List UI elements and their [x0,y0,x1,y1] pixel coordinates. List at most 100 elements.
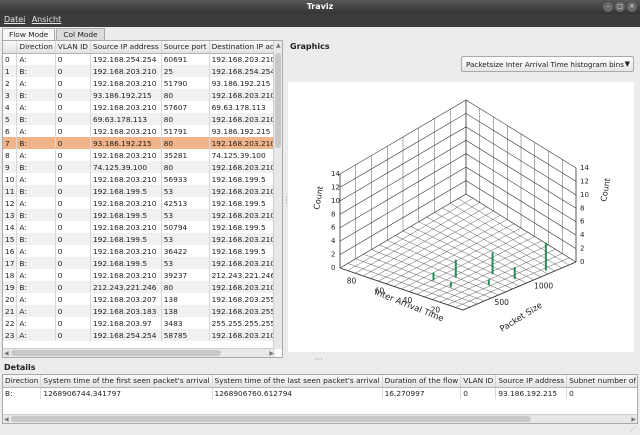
table-cell: 93.186.192.215 [209,77,282,89]
table-cell: 16 [3,245,18,257]
histogram-bar [487,279,490,286]
table-row[interactable]: 6 A: 0 192.168.203.210 51791 93.186.192.215 [3,125,282,137]
column-header[interactable]: Duration of the flow [382,375,462,388]
table-cell: 1 [3,65,18,77]
close-icon[interactable]: ✕ [627,2,637,12]
table-cell: 57607 [161,101,210,113]
chevron-down-icon: ▼ [624,60,630,68]
minimize-icon[interactable]: – [603,2,613,12]
table-cell: 10 [3,173,18,185]
table-cell: 15 [3,233,18,245]
column-header[interactable]: Direction [3,375,42,388]
menu-datei[interactable]: Datei [0,14,25,24]
z-tick-label: 2 [331,251,335,259]
flow-vertical-scrollbar[interactable]: ▲ [273,41,282,349]
table-row[interactable]: 22 A: 0 192.168.203.97 3483 255.255.255.255 [3,317,282,329]
table-row[interactable]: 18 A: 0 192.168.203.210 39237 212.243.221.246 [3,269,282,281]
table-row[interactable]: 8 A: 0 192.168.203.210 35281 74.125.39.100 [3,149,282,161]
scroll-left-icon[interactable]: ◀ [4,416,9,423]
table-cell: 3483 [161,317,210,329]
table-cell: 51790 [161,77,210,89]
table-cell: 14 [3,221,18,233]
table-cell: 192.168.203.207 [90,293,162,305]
table-cell: 0 [460,387,497,399]
table-cell: 53 [161,209,210,221]
resize-grip-icon[interactable]: ⋰ [630,425,638,433]
column-header[interactable]: Source IP address [90,41,162,54]
table-cell: B: [16,89,56,101]
table-cell: 192.168.203.97 [90,317,162,329]
table-row[interactable]: 10 A: 0 192.168.203.210 56933 192.168.199.5 [3,173,282,185]
table-cell: 74.125.39.100 [209,149,282,161]
z-axis-label: Count [312,185,325,210]
table-row[interactable]: 1 B: 0 192.168.203.210 25 192.168.254.254 [3,65,282,77]
tab-flow-mode[interactable]: Flow Mode [2,28,56,40]
histogram-type-select[interactable]: Packetsize Inter Arrival Time histogram … [461,56,634,72]
table-cell: 19 [3,281,18,293]
table-row[interactable]: 14 A: 0 192.168.203.210 50794 192.168.199.5 [3,221,282,233]
maximize-icon[interactable]: □ [615,2,625,12]
table-cell: 192.168.203.210 [90,245,162,257]
flow-horizontal-scrollbar[interactable]: ◀ ▶ [3,348,275,357]
table-cell: 3 [3,89,18,101]
table-row[interactable]: 11 B: 0 192.168.199.5 53 192.168.203.210 [3,185,282,197]
details-horizontal-scrollbar[interactable]: ◀ ▶ [3,414,637,423]
column-header[interactable]: VLAN ID [55,41,91,54]
table-row[interactable]: 7 B: 0 93.186.192.215 80 192.168.203.210 [3,137,282,149]
table-cell: 0 [55,65,91,77]
table-row[interactable]: 0 A: 0 192.168.254.254 60691 192.168.203.210 [3,53,282,65]
scroll-thumb[interactable] [275,53,281,148]
table-cell: 39237 [161,269,210,281]
table-cell: 192.168.203.210 [209,113,282,125]
scroll-right-icon[interactable]: ▶ [631,416,636,423]
scroll-left-icon[interactable]: ◀ [4,350,9,357]
column-header[interactable]: Source IP address [495,375,568,388]
table-cell: A: [16,305,56,317]
table-row[interactable]: 2 A: 0 192.168.203.210 51790 93.186.192.215 [3,77,282,89]
column-header[interactable] [3,41,18,54]
table-cell: A: [16,53,56,65]
column-header[interactable]: System time of the last seen packet's ar… [212,375,383,388]
column-header[interactable]: Destination IP address [209,41,282,54]
table-row[interactable]: 19 B: 0 212.243.221.246 80 192.168.203.210 [3,281,282,293]
table-cell: 192.168.203.210 [209,53,282,65]
table-row[interactable]: 23 A: 0 192.168.254.254 58785 192.168.203.210 [3,329,282,341]
table-cell: 36422 [161,245,210,257]
table-cell: A: [16,101,56,113]
table-cell: 0 [3,53,18,65]
table-cell: 192.168.199.5 [90,233,162,245]
column-header[interactable]: System time of the first seen packet's a… [40,375,213,388]
table-row[interactable]: 15 B: 0 192.168.199.5 53 192.168.203.210 [3,233,282,245]
table-cell: 192.168.203.210 [209,281,282,293]
histogram-3d-plot[interactable]: 0 0 2 2 4 4 6 6 8 8 10 10 12 12 14 14 Count Count 80 60 40 20… [288,82,634,352]
table-row[interactable]: 3 B: 0 93.186.192.215 80 192.168.203.210 [3,89,282,101]
horizontal-splitter-handle[interactable]: ··· [315,355,323,364]
table-row[interactable]: 13 B: 0 192.168.199.5 53 192.168.203.210 [3,209,282,221]
column-header[interactable]: Source port [161,41,210,54]
table-row[interactable]: 21 A: 0 192.168.203.183 138 192.168.203.255 [3,305,282,317]
menu-ansicht[interactable]: Ansicht [28,14,62,24]
table-cell: 69.63.178.113 [90,113,162,125]
scroll-right-icon[interactable]: ▶ [269,350,274,357]
scroll-up-icon[interactable]: ▲ [276,42,281,49]
grid-line [339,166,577,242]
details-table-panel: Direction System time of the first seen p… [2,374,638,424]
column-header[interactable]: Direction [16,41,56,54]
column-header[interactable]: VLAN ID [460,375,497,388]
table-row[interactable]: 9 B: 0 74.125.39.100 80 192.168.203.210 [3,161,282,173]
table-row[interactable]: 5 B: 0 69.63.178.113 80 192.168.203.210 [3,113,282,125]
table-row[interactable]: 16 A: 0 192.168.203.210 36422 192.168.199.5 [3,245,282,257]
tab-col-mode[interactable]: Col Mode [56,28,105,40]
table-cell: 0 [55,149,91,161]
scroll-thumb[interactable] [11,350,221,356]
table-row[interactable]: 17 B: 0 192.168.199.5 53 192.168.203.210 [3,257,282,269]
table-cell: 0 [55,89,91,101]
histogram-bar [513,267,516,280]
table-cell: 192.168.203.210 [90,173,162,185]
window-controls: – □ ✕ [603,2,637,12]
scroll-thumb[interactable] [11,416,531,422]
table-row[interactable]: 20 A: 0 192.168.203.207 138 192.168.203.255 [3,293,282,305]
table-row[interactable]: 12 A: 0 192.168.203.210 42513 192.168.199.5 [3,197,282,209]
column-header[interactable]: Subnet number of source IP [566,375,637,388]
table-row[interactable]: 4 A: 0 192.168.203.210 57607 69.63.178.113 [3,101,282,113]
